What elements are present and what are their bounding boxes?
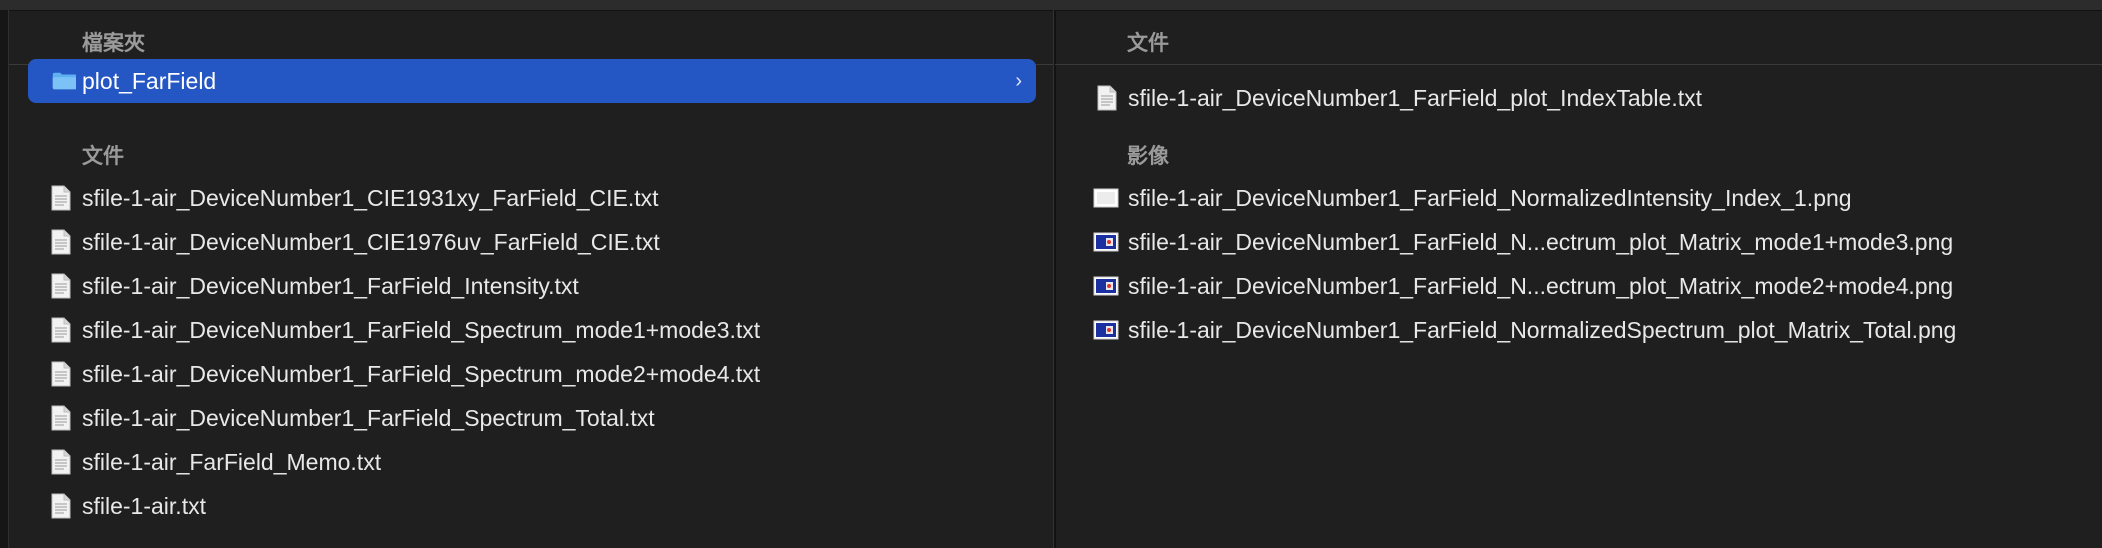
- file-name-label: sfile-1-air_DeviceNumber1_CIE1976uv_FarF…: [82, 228, 660, 255]
- file-name-label: sfile-1-air_DeviceNumber1_FarField_Norma…: [1128, 316, 1957, 343]
- file-name-label: sfile-1-air_DeviceNumber1_FarField_N...e…: [1128, 272, 1954, 299]
- image-icon: [1093, 232, 1119, 252]
- folders-header-label: 檔案夾: [82, 32, 145, 55]
- document-icon: [51, 273, 71, 299]
- image-row[interactable]: sfile-1-air_DeviceNumber1_FarField_N...e…: [1074, 220, 2082, 264]
- document-icon: [51, 493, 71, 519]
- document-icon: [1097, 85, 1117, 111]
- folder-name-label: plot_FarField: [82, 67, 217, 94]
- file-name-label: sfile-1-air_DeviceNumber1_FarField_N...e…: [1128, 228, 1954, 255]
- right-column[interactable]: 文件 sfile-1-air_DeviceNumber1_FarField_pl…: [1055, 10, 2102, 548]
- file-row[interactable]: sfile-1-air_DeviceNumber1_FarField_Spect…: [28, 308, 1036, 352]
- image-row[interactable]: sfile-1-air_DeviceNumber1_FarField_Norma…: [1074, 308, 2082, 352]
- file-name-label: sfile-1-air_DeviceNumber1_FarField_plot_…: [1128, 84, 1702, 111]
- images-section-label: 影像: [1127, 145, 1169, 168]
- document-icon: [51, 405, 71, 431]
- document-row[interactable]: sfile-1-air_DeviceNumber1_FarField_plot_…: [1074, 76, 2082, 120]
- file-name-label: sfile-1-air_DeviceNumber1_FarField_Spect…: [82, 404, 655, 431]
- image-icon: [1093, 276, 1119, 296]
- left-column[interactable]: 檔案夾 plot_FarField › 文件 sfile-1-air_Devic…: [9, 10, 1053, 548]
- left-column-header: 檔案夾: [9, 10, 1053, 65]
- file-name-label: sfile-1-air_DeviceNumber1_FarField_Spect…: [82, 316, 761, 343]
- document-icon: [51, 185, 71, 211]
- document-icon: [51, 317, 71, 343]
- image-row[interactable]: sfile-1-air_DeviceNumber1_FarField_N...e…: [1074, 264, 2082, 308]
- file-row[interactable]: sfile-1-air_DeviceNumber1_FarField_Spect…: [28, 396, 1036, 440]
- file-row[interactable]: sfile-1-air_DeviceNumber1_FarField_Spect…: [28, 352, 1036, 396]
- right-column-header: 文件: [1055, 10, 2102, 65]
- finder-window: 檔案夾 plot_FarField › 文件 sfile-1-air_Devic…: [0, 0, 2102, 548]
- file-row[interactable]: sfile-1-air_FarField_Memo.txt: [28, 440, 1036, 484]
- file-name-label: sfile-1-air_DeviceNumber1_CIE1931xy_FarF…: [82, 184, 659, 211]
- image-icon: [1093, 188, 1119, 208]
- file-row[interactable]: sfile-1-air_DeviceNumber1_CIE1931xy_FarF…: [28, 176, 1036, 220]
- file-row[interactable]: sfile-1-air_DeviceNumber1_FarField_Inten…: [28, 264, 1036, 308]
- chevron-right-icon: ›: [1015, 69, 1022, 92]
- image-row[interactable]: sfile-1-air_DeviceNumber1_FarField_Norma…: [1074, 176, 2082, 220]
- image-icon: [1093, 320, 1119, 340]
- document-icon: [51, 229, 71, 255]
- file-name-label: sfile-1-air_FarField_Memo.txt: [82, 448, 382, 475]
- file-name-label: sfile-1-air.txt: [82, 492, 206, 519]
- document-icon: [51, 449, 71, 475]
- file-name-label: sfile-1-air_DeviceNumber1_FarField_Norma…: [1128, 184, 1852, 211]
- file-name-label: sfile-1-air_DeviceNumber1_FarField_Inten…: [82, 272, 579, 299]
- files-section-label: 文件: [82, 145, 124, 168]
- column-scroll-edge[interactable]: [0, 10, 9, 548]
- document-icon: [51, 361, 71, 387]
- file-row[interactable]: sfile-1-air_DeviceNumber1_CIE1976uv_FarF…: [28, 220, 1036, 264]
- file-row[interactable]: sfile-1-air.txt: [28, 484, 1036, 528]
- folder-row-plot-farfield[interactable]: plot_FarField ›: [28, 59, 1036, 103]
- folder-icon: [52, 72, 76, 90]
- documents-header-label: 文件: [1127, 32, 1169, 55]
- file-name-label: sfile-1-air_DeviceNumber1_FarField_Spect…: [82, 360, 761, 387]
